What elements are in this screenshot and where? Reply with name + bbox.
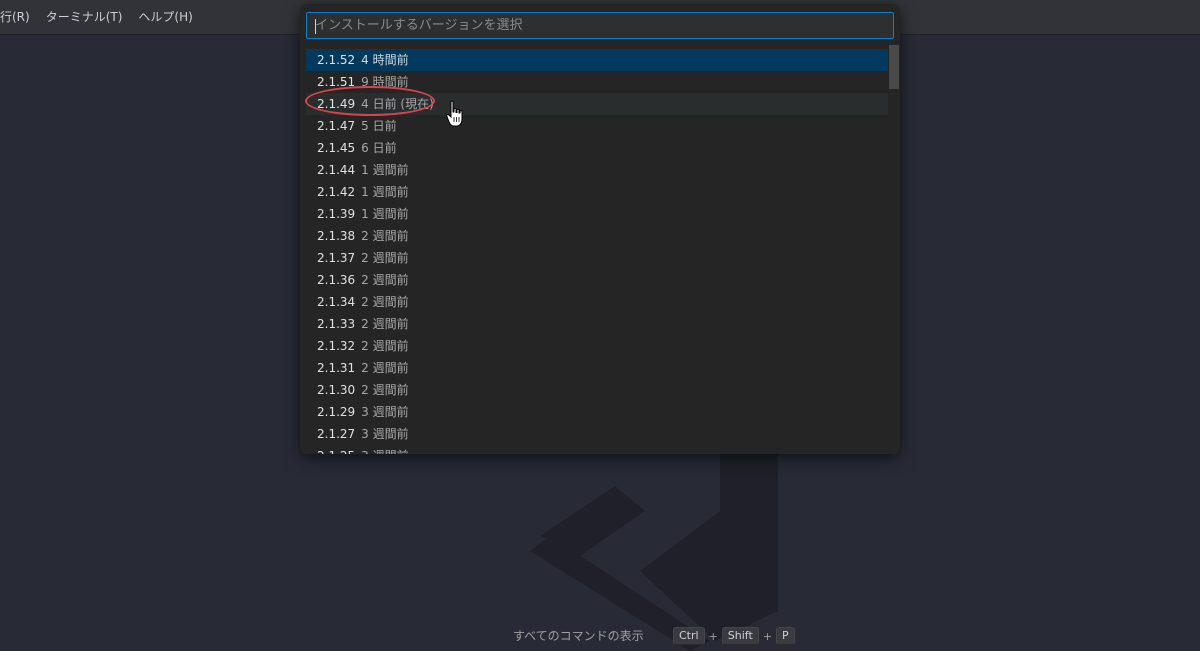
version-age: 4 時間前 <box>361 53 409 67</box>
version-age: 1 週間前 <box>361 163 409 177</box>
version-number: 2.1.29 <box>317 405 356 419</box>
version-number: 2.1.51 <box>317 75 356 89</box>
version-list-item[interactable]: 2.1.29 3 週間前 <box>306 401 888 423</box>
version-list-item[interactable]: 2.1.42 1 週間前 <box>306 181 888 203</box>
version-age: 3 週間前 <box>361 449 408 454</box>
version-number: 2.1.52 <box>317 53 356 67</box>
key-separator: + <box>708 629 718 643</box>
version-list-item[interactable]: 2.1.27 3 週間前 <box>306 423 888 445</box>
version-list-item[interactable]: 2.1.45 6 日前 <box>306 137 888 159</box>
version-number: 2.1.25 <box>317 449 355 454</box>
version-list-item[interactable]: 2.1.49 4 日前 (現在) <box>306 93 888 115</box>
hand-pointer-icon <box>446 100 463 127</box>
quick-pick-input-box[interactable] <box>306 12 894 39</box>
key-ctrl: Ctrl <box>673 627 705 645</box>
version-list-item[interactable]: 2.1.36 2 週間前 <box>306 269 888 291</box>
version-number: 2.1.33 <box>317 317 356 331</box>
version-age: 3 週間前 <box>361 427 409 441</box>
version-age: 4 日前 (現在) <box>361 97 434 111</box>
version-number: 2.1.38 <box>317 229 356 243</box>
version-list-item[interactable]: 2.1.44 1 週間前 <box>306 159 888 181</box>
version-age: 2 週間前 <box>361 229 409 243</box>
version-age: 5 日前 <box>361 119 397 133</box>
version-list-item[interactable]: 2.1.25 3 週間前 <box>306 445 888 454</box>
version-number: 2.1.49 <box>317 97 356 111</box>
keybinding: Ctrl + Shift + P <box>673 627 795 645</box>
version-number: 2.1.36 <box>317 273 356 287</box>
quick-pick: 2.1.524 時間前2.1.519 時間前2.1.494 日前 (現在)2.1… <box>300 4 900 454</box>
version-age: 9 時間前 <box>361 75 409 89</box>
version-age: 2 週間前 <box>361 383 409 397</box>
version-number: 2.1.44 <box>317 163 356 177</box>
version-list-item[interactable]: 2.1.39 1 週間前 <box>306 203 888 225</box>
version-list-item[interactable]: 2.1.47 5 日前 <box>306 115 888 137</box>
menu-help[interactable]: ヘルプ(H) <box>130 0 200 35</box>
version-age: 2 週間前 <box>361 295 409 309</box>
key-separator: + <box>762 629 773 643</box>
version-age: 2 週間前 <box>361 251 409 265</box>
version-number: 2.1.27 <box>317 427 356 441</box>
version-number: 2.1.32 <box>317 339 356 353</box>
version-number: 2.1.39 <box>317 207 356 221</box>
version-list-item[interactable]: 2.1.37 2 週間前 <box>306 247 888 269</box>
version-age: 1 週間前 <box>361 185 409 199</box>
version-list-item[interactable]: 2.1.51 9 時間前 <box>306 71 888 93</box>
key-p: P <box>776 627 795 645</box>
version-list-item[interactable]: 2.1.34 2 週間前 <box>306 291 888 313</box>
version-age: 2 週間前 <box>361 317 409 331</box>
version-age: 6 日前 <box>361 141 397 155</box>
list-scrollbar[interactable] <box>889 45 899 89</box>
version-search-input[interactable] <box>307 13 893 38</box>
version-list-item[interactable]: 2.1.32 2 週間前 <box>306 335 888 357</box>
version-number: 2.1.45 <box>317 141 356 155</box>
text-caret <box>315 19 316 34</box>
menu-run[interactable]: 行(R) <box>0 0 38 35</box>
menu-terminal[interactable]: ターミナル(T) <box>38 0 131 35</box>
hint-label: すべてのコマンドの表示 <box>513 629 644 643</box>
version-number: 2.1.34 <box>317 295 356 309</box>
version-number: 2.1.30 <box>317 383 356 397</box>
version-list: 2.1.52 4 時間前 2.1.51 9 時間前 2.1.49 4 日前 (現在) 2.1… <box>306 49 894 454</box>
vscode-logo-watermark <box>530 446 778 651</box>
key-shift: Shift <box>721 627 759 645</box>
version-age: 1 週間前 <box>361 207 409 221</box>
version-age: 2 週間前 <box>361 339 409 353</box>
version-number: 2.1.42 <box>317 185 356 199</box>
version-number: 2.1.31 <box>317 361 356 375</box>
version-list-item[interactable]: 2.1.52 4 時間前 <box>306 49 888 71</box>
version-age: 2 週間前 <box>361 273 409 287</box>
version-list-item[interactable]: 2.1.30 2 週間前 <box>306 379 888 401</box>
version-age: 2 週間前 <box>361 361 409 375</box>
version-age: 3 週間前 <box>361 405 409 419</box>
command-palette-hint: すべてのコマンドの表示 Ctrl + Shift + P <box>0 627 1200 645</box>
version-list-item[interactable]: 2.1.31 2 週間前 <box>306 357 888 379</box>
version-number: 2.1.47 <box>317 119 356 133</box>
version-list-item[interactable]: 2.1.38 2 週間前 <box>306 225 888 247</box>
version-list-item[interactable]: 2.1.33 2 週間前 <box>306 313 888 335</box>
version-number: 2.1.37 <box>317 251 356 265</box>
